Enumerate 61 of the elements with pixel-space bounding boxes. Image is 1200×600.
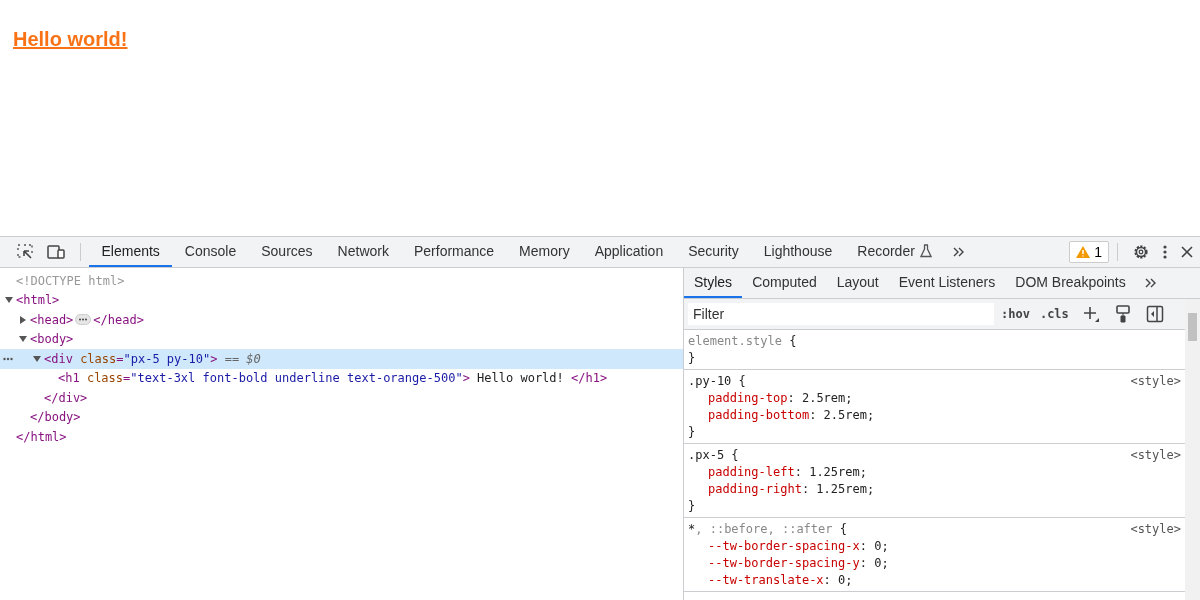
dom-node-line[interactable]: </head>	[93, 312, 144, 327]
close-icon[interactable]	[1180, 245, 1194, 259]
filter-field[interactable]: Filter	[688, 303, 994, 325]
panel-tab[interactable]: Lighthouse	[751, 237, 845, 267]
closing-brace: }	[688, 498, 696, 515]
dom-node-line[interactable]: <head>	[30, 312, 74, 327]
closing-brace: }	[688, 424, 696, 441]
dom-node-line[interactable]: </body>	[30, 410, 81, 425]
scrollbar-thumb[interactable]	[1188, 313, 1197, 341]
css-declaration[interactable]: padding-left: 1.25rem;	[688, 464, 1181, 481]
device-icon[interactable]	[46, 243, 66, 261]
sidebar-tab[interactable]: DOM Breakpoints	[1005, 268, 1136, 298]
dom-node-line[interactable]: <h1 class="text-3xl font-bold underline text-orange-500"> Hello world! </h1>	[58, 371, 608, 386]
source-link[interactable]: <style>	[1130, 447, 1181, 464]
panel-tab[interactable]: Console	[172, 237, 249, 267]
expand-arrow-icon[interactable]	[19, 315, 27, 324]
sidebar-icon[interactable]	[1145, 305, 1164, 323]
css-selector: .py-10 {	[688, 373, 746, 390]
closing-brace: }	[688, 350, 696, 367]
sidebar-tab[interactable]: Layout	[826, 268, 889, 298]
more-icon[interactable]	[1162, 244, 1168, 260]
dom-node-line[interactable]: </div>	[44, 390, 88, 405]
dom-node-line[interactable]: <body>	[30, 332, 74, 347]
dom-node-line[interactable]: <html>	[16, 293, 60, 308]
panel-tab[interactable]: Application	[582, 237, 676, 267]
css-declaration[interactable]: padding-top: 2.5rem;	[688, 390, 1181, 407]
css-declaration[interactable]: --tw-translate-x: 0;	[688, 572, 1181, 589]
toggle-button[interactable]: .cls	[1036, 307, 1072, 321]
sidebar-tab[interactable]: Event Listeners	[888, 268, 1006, 298]
css-declaration[interactable]: padding-bottom: 2.5rem;	[688, 407, 1181, 424]
css-declaration[interactable]: padding-right: 1.25rem;	[688, 481, 1181, 498]
sidebar-tab[interactable]: Computed	[742, 268, 827, 298]
warning-badge[interactable]: 1	[1069, 241, 1109, 263]
css-selector: *, ::before, ::after {	[688, 521, 847, 538]
toggle-button[interactable]: :hov	[998, 307, 1033, 321]
css-selector: .px-5 {	[688, 447, 739, 464]
css-declaration[interactable]: --tw-border-spacing-y: 0;	[688, 555, 1181, 572]
panel-tab[interactable]: Recorder	[844, 237, 945, 267]
panel-tab[interactable]: Security	[675, 237, 752, 267]
source-link[interactable]: <style>	[1130, 521, 1181, 538]
expand-arrow-icon[interactable]	[19, 335, 27, 344]
panel-tab[interactable]: Network	[325, 237, 402, 267]
panel-tab[interactable]: Performance	[401, 237, 507, 267]
ellipsis-icon[interactable]	[75, 314, 92, 326]
paint-roller-icon[interactable]	[1115, 305, 1130, 323]
css-selector: element.style {	[688, 333, 797, 350]
expand-arrow-icon[interactable]	[33, 354, 41, 363]
warning-icon	[1076, 246, 1091, 258]
settings-icon[interactable]	[1132, 243, 1150, 261]
css-declaration[interactable]: --tw-border-spacing-x: 0;	[688, 538, 1181, 555]
plus-icon[interactable]	[1081, 305, 1100, 323]
expand-arrow-icon[interactable]	[5, 296, 13, 305]
chevron-right-icon[interactable]	[1143, 277, 1158, 289]
panel-tab[interactable]: Memory	[506, 237, 583, 267]
panel-tab[interactable]: Elements	[89, 237, 173, 267]
panel-tab[interactable]: Sources	[248, 237, 326, 267]
ellipsis-icon[interactable]	[3, 357, 13, 361]
dom-node-line[interactable]: </html>	[16, 429, 67, 444]
inspect-icon[interactable]	[16, 243, 34, 261]
page-heading: Hello world!	[13, 28, 128, 51]
source-link[interactable]: <style>	[1130, 373, 1181, 390]
